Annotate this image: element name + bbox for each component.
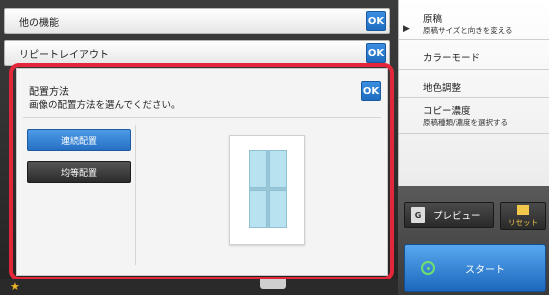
bottom-tab-handle[interactable] xyxy=(260,279,286,289)
right-item-label: 地色調整 xyxy=(423,83,462,94)
reset-button[interactable]: リセット xyxy=(500,202,546,230)
repeat-layout-ok-button[interactable]: OK xyxy=(366,43,386,63)
reset-icon xyxy=(517,204,529,215)
start-icon xyxy=(421,261,435,275)
reset-label: リセット xyxy=(508,217,538,227)
right-item-background-adjust[interactable]: 地色調整 xyxy=(399,70,549,98)
right-item-sub: 原稿サイズと向きを変える xyxy=(423,26,513,35)
right-item-copy-density[interactable]: コピー濃度 原稿種類/濃度を選択する xyxy=(399,98,549,134)
other-functions-ok-button[interactable]: OK xyxy=(366,11,386,31)
right-item-original[interactable]: ▶ 原稿 原稿サイズと向きを変える xyxy=(399,0,549,40)
right-item-sub: 原稿種類/濃度を選択する xyxy=(423,118,509,127)
preview-icon: G xyxy=(411,207,425,223)
right-item-color-mode[interactable]: カラーモード xyxy=(399,40,549,70)
other-functions-bar[interactable]: 他の機能 OK xyxy=(4,8,390,34)
highlight-frame xyxy=(9,63,394,281)
star-icon[interactable]: ★ xyxy=(10,280,20,293)
bottom-strip: ★ xyxy=(0,279,398,295)
preview-button[interactable]: G プレビュー xyxy=(404,202,494,228)
other-functions-label: 他の機能 xyxy=(19,17,59,29)
start-button[interactable]: スタート xyxy=(404,244,546,292)
preview-label: プレビュー xyxy=(433,211,481,222)
play-icon: ▶ xyxy=(403,24,410,34)
repeat-layout-label: リピートレイアウト xyxy=(19,49,109,61)
right-item-label: 原稿 xyxy=(423,14,443,25)
right-menu: ▶ 原稿 原稿サイズと向きを変える カラーモード 地色調整 コピー濃度 原稿種類… xyxy=(398,0,549,186)
start-label: スタート xyxy=(465,264,505,276)
right-item-label: カラーモード xyxy=(423,53,481,64)
right-item-label: コピー濃度 xyxy=(423,106,471,117)
screen: 他の機能 OK リピートレイアウト OK 配置方法 画像の配置方法を選んでくださ… xyxy=(0,0,549,295)
